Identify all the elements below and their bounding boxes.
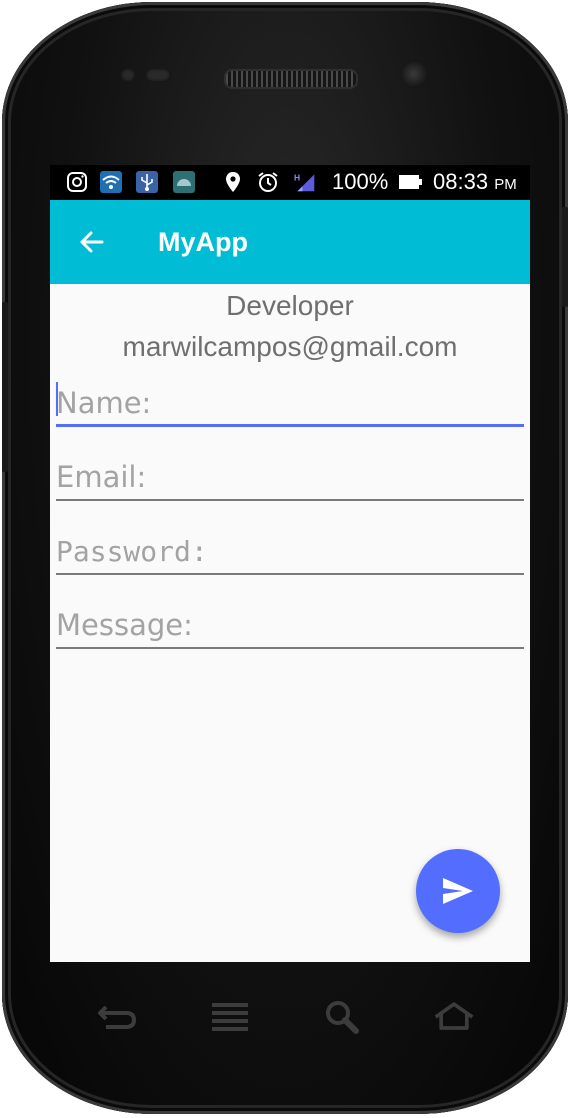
location-icon: [226, 172, 240, 192]
device-screen: H 100% 08:33 PM MyApp Developer marwilca…: [50, 165, 530, 962]
front-camera-icon: [402, 62, 428, 88]
signal-icon: H: [294, 172, 315, 192]
clock-ampm: PM: [494, 176, 517, 193]
status-bar: H 100% 08:33 PM: [50, 165, 530, 200]
svg-text:H: H: [294, 172, 300, 182]
password-field[interactable]: [56, 529, 524, 575]
usb-icon: [136, 171, 158, 193]
send-button[interactable]: [416, 849, 500, 933]
alarm-icon: [258, 172, 278, 192]
sensor-icon: [120, 68, 136, 82]
home-icon[interactable]: [432, 997, 476, 1037]
text-cursor: [56, 382, 58, 416]
volume-button: [2, 302, 8, 472]
send-icon: [443, 878, 473, 904]
instagram-icon: [67, 172, 87, 192]
search-icon[interactable]: [320, 997, 364, 1037]
battery-percent: 100%: [332, 169, 389, 194]
earpiece-speaker: [224, 69, 358, 89]
message-field[interactable]: [56, 603, 524, 649]
name-field[interactable]: [56, 381, 524, 427]
proximity-sensor-icon: [145, 68, 171, 82]
back-nav-icon[interactable]: [96, 997, 140, 1037]
power-button: [562, 207, 568, 307]
menu-icon[interactable]: [208, 997, 252, 1037]
wifi-icon: [100, 171, 122, 193]
email-field[interactable]: [56, 455, 524, 501]
app-bar: MyApp: [50, 200, 530, 284]
developer-label: Developer: [226, 290, 354, 321]
clock: 08:33 PM: [433, 169, 517, 198]
developer-email: marwilcampos@gmail.com: [122, 331, 458, 362]
android-icon: [173, 171, 195, 193]
arrow-back-icon[interactable]: [76, 226, 108, 258]
app-title: MyApp: [158, 227, 248, 257]
battery-icon: [399, 175, 422, 189]
clock-time: 08:33: [433, 169, 489, 194]
phone-frame: H 100% 08:33 PM MyApp Developer marwilca…: [2, 2, 568, 1114]
